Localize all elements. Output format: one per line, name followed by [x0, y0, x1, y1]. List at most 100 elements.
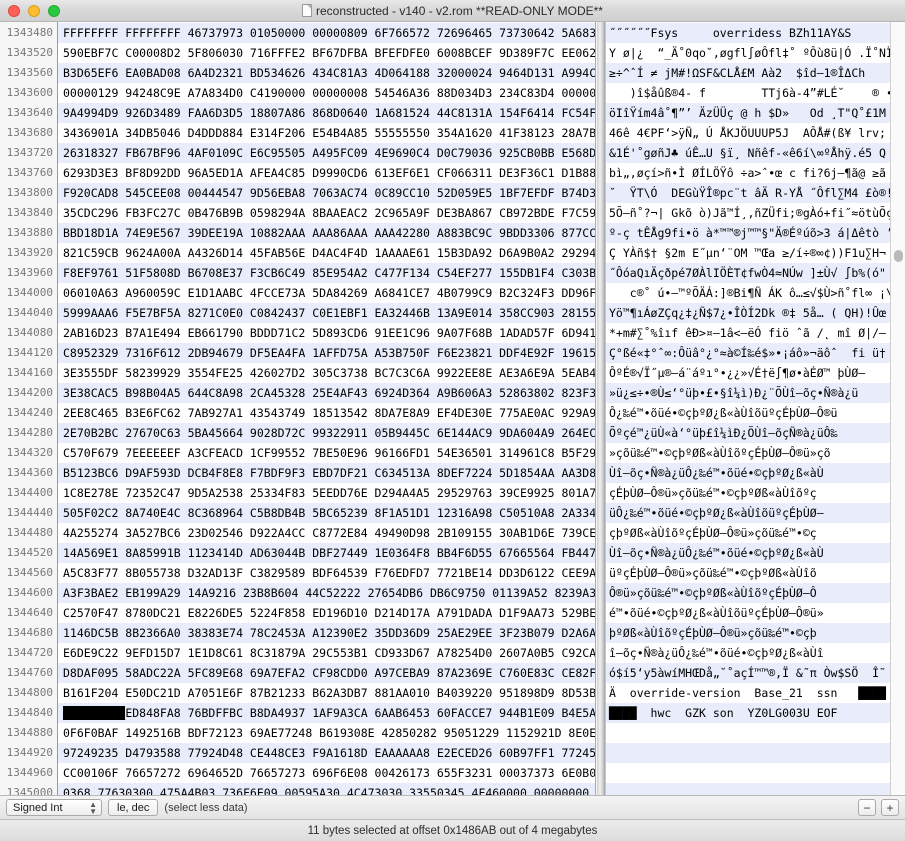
ascii-row[interactable]: Ô®ü»çõü‰é™•©çþºØß«àÙîõºçÉþÙØ–Ô [606, 583, 890, 603]
divider-thumb[interactable] [597, 22, 603, 795]
hex-row[interactable]: 06010A63 A960059C E1D1AABC 4FCCE73A 5DA8… [58, 283, 595, 303]
ascii-row[interactable]: º-ç tÊÅg9fi•ö à*™™®j™™§"Ä®Éºúõ>3 á|Δêtò … [606, 223, 890, 243]
ascii-row[interactable]: ˘ ŸT\Ó DEGùŸÎ®pc¨t âÄ R-YÅ ˝Ôfl∑M4 £ò®! [606, 183, 890, 203]
hex-row[interactable]: 3436901A 34DB5046 D4DDD884 E314F206 E54B… [58, 123, 595, 143]
ascii-row[interactable]: ████ hwc GZK son YZ0LG003U EOF [606, 703, 890, 723]
hex-row[interactable]: E6DE9C22 9EFD15D7 1E1D8C61 8C31879A 29C5… [58, 643, 595, 663]
ascii-row[interactable] [606, 783, 890, 795]
hex-row[interactable]: 2AB16D23 B7A1E494 EB661790 BDDD71C2 5D89… [58, 323, 595, 343]
ascii-row[interactable]: ˝˝˝˝˝˝Fsys overridess BZh11AY&S [606, 23, 890, 43]
hex-row[interactable]: B3D65EF6 EA0BAD08 6A4D2321 BD534626 434C… [58, 63, 595, 83]
ascii-row[interactable]: çþºØß«àÙîõºçÉþÙØ–Ô®ü»çõü‰é™•©ç [606, 523, 890, 543]
ascii-row[interactable]: 46ê 4€PF‘>ÿÑ„ Ú ÅKJÖUUUP5J AÔÅ#(ß¥ lrv; [606, 123, 890, 143]
hex-row[interactable]: 4A255274 3A527BC6 23D02546 D922A4CC C877… [58, 523, 595, 543]
hex-row[interactable]: _________ED848FA8 76BDFFBC B8DA4937 1AF9… [58, 703, 595, 723]
data-type-popup[interactable]: Signed Int ▲ ▼ [6, 799, 102, 816]
ascii-row[interactable]: Ô¿‰é™•õüé•©çþºØ¿ß«àÙîõüºçÉþÙØ–Ô®ü [606, 403, 890, 423]
add-inspector-button[interactable]: + [881, 799, 899, 816]
hex-row[interactable]: D8DAF095 58ADC22A 5FC89E68 69A7EFA2 CF98… [58, 663, 595, 683]
ascii-row[interactable]: ÔºÉ®√Ï˝µ®–á¨áºı°•¿¿»√É†ë∫¶ø•àÉØ™ þÙØ– [606, 363, 890, 383]
ascii-row[interactable]: Ä override-version Base_21 ssn ████ [606, 683, 890, 703]
ascii-row[interactable]: Ç°ßé«‡°ˆ∞:Ôüâ°¿°≈à©Í‰é$»•¡áô»¬äôˆ fi ü† [606, 343, 890, 363]
hex-row[interactable]: A5C83F77 8B055738 D32AD13F C3829589 BDF6… [58, 563, 595, 583]
hex-bytes-panel[interactable]: FFFFFFFF FFFFFFFF 46737973 01050000 0000… [58, 22, 595, 795]
minimize-button[interactable] [28, 4, 40, 17]
hex-row[interactable]: 0368 77630300 475A4B03 736F6E09 00595A30… [58, 783, 595, 795]
ascii-row[interactable]: Õºçé™¿üÙ«à‘°üþ£î¼ìÐ¿ÕÙî–õçÑ®à¿üÔ‰ [606, 423, 890, 443]
hex-row[interactable]: 2EE8C465 B3E6FC62 7AB927A1 43543749 1851… [58, 403, 595, 423]
ascii-row[interactable]: bì„,øçí>ñ•Ì ØÍLÖŸô ÷a>ˆ•œ c fi?6j–¶ã@ ≥ã [606, 163, 890, 183]
panel-divider[interactable] [595, 22, 605, 795]
zoom-button[interactable] [48, 4, 60, 17]
hex-row[interactable]: 6293D3E3 BF8D92DD 96A5ED1A AFEA4C85 D999… [58, 163, 595, 183]
ascii-row[interactable]: üÔ¿‰é™•õüé•©çþºØ¿ß«àÙîõüºçÉþÙØ– [606, 503, 890, 523]
ascii-row[interactable]: Ç YÀñ$† §2m E˝µn‘¨OM ™Œa ≥/í÷®∞¢))F1u∑H¬ [606, 243, 890, 263]
hex-row[interactable]: A3F3BAE2 EB199A29 14A9216 23B8B604 44C52… [58, 583, 595, 603]
ascii-row[interactable]: c®˚ ú•–™ºÕÄÁ:]®Bi¶Ñ ÁK ô…≤√$Ù>ñ˚fl∞ ¡\ [606, 283, 890, 303]
hex-row[interactable]: 2E70B2BC 27670C63 5BA45664 9028D72C 9932… [58, 423, 595, 443]
ascii-row[interactable]: çÉþÙØ–Ô®ü»çõü‰é™•©çþºØß«àÙîõºç [606, 483, 890, 503]
hex-row[interactable]: CC00106F 76657272 6964652D 76657273 696F… [58, 763, 595, 783]
hex-row[interactable]: 1146DC5B 8B2366A0 38383E74 78C2453A A123… [58, 623, 595, 643]
hex-row[interactable]: 00000129 94248C9E A7A834D0 C4190000 0000… [58, 83, 595, 103]
ascii-row[interactable] [606, 763, 890, 783]
hex-row[interactable]: 0F6F0BAF 1492516B BDF72123 69AE77248 B61… [58, 723, 595, 743]
hex-row[interactable]: 14A569E1 8A85991B 1123414D AD63044B DBF2… [58, 543, 595, 563]
ascii-row[interactable]: &1É'˚gøñJ♣ úÊ…U §ï¸ Nñêf-«ê6í\∞ºÅhÿ.é5 Q [606, 143, 890, 163]
hex-row[interactable]: F8EF9761 51F5808D B6708E37 F3CB6C49 85E9… [58, 263, 595, 283]
hex-row[interactable]: C8952329 7316F612 2DB94679 DF5EA4FA 1AFF… [58, 343, 595, 363]
ascii-row[interactable]: öIîŸím4â˚¶”’ ÄzÜÜç @ h $D» Od ¸T"Q˚£1M [606, 103, 890, 123]
hex-row[interactable]: C2570F47 8780DC21 E8226DE5 5224F858 ED19… [58, 603, 595, 623]
ascii-row[interactable]: Y ø|¿ “_Ä˚0qo˘,øgfl∫øÔfl‡˚ ºÔù8ü|Ó .Ï˚NÏ… [606, 43, 890, 63]
hex-row[interactable]: 505F02C2 8A740E4C 8C368964 C5B8DB4B 5BC6… [58, 503, 595, 523]
hex-row[interactable]: 1C8E278E 72352C47 9D5A2538 25334F83 5EED… [58, 483, 595, 503]
hex-row[interactable]: 3E38CAC5 B98B04A5 644C8A98 2CA45328 25E4… [58, 383, 595, 403]
offset-label: 1343720 [6, 146, 53, 159]
hex-row[interactable]: BBD18D1A 74E9E567 39DEE19A 10882AAA AAA8… [58, 223, 595, 243]
ascii-row[interactable] [606, 723, 890, 743]
ascii-row[interactable]: üºçÉþÙØ–Ô®ü»çõü‰é™•©çþºØß«àÙîõ [606, 563, 890, 583]
ascii-row[interactable]: î–õç•Ñ®à¿üÔ¿‰é™•õüé•©çþºØ¿ß«àÙî [606, 643, 890, 663]
hex-bytes: ED848FA8 76BDFFBC B8DA4937 1AF9A3CA 6AAB… [125, 706, 595, 720]
ascii-row[interactable]: *+m#∑˚%îıf êÐ>¤–1â<–ëÓ fiö ˆã /˛ mî Ø|/– [606, 323, 890, 343]
ascii-row[interactable]: Ùî–õç•Ñ®à¿üÔ¿‰é™•õüé•©çþºØ¿ß«àÙ [606, 543, 890, 563]
ascii-row[interactable]: ˝ÔóaQıÄçðpé7ØÀlIÖÈT¢fwÒ4≈NÚw ]±Ù√ ∫b%(ó" [606, 263, 890, 283]
ascii-row[interactable]: )î$åûß®4- f TTj6à-4”#LÉ˘ ® •H [606, 83, 890, 103]
hex-row[interactable]: B161F204 E50DC21D A7051E6F 87B21233 B62A… [58, 683, 595, 703]
hex-row[interactable]: 590EBF7C C00008D2 5F806030 716FFFE2 BF67… [58, 43, 595, 63]
offset-label: 1344040 [6, 306, 53, 319]
hex-row[interactable]: B5123BC6 D9AF593D DCB4F8E8 F7BDF9F3 EBD7… [58, 463, 595, 483]
endianness-button[interactable]: le, dec [108, 799, 159, 816]
hex-row[interactable]: 97249235 D4793588 77924D48 CE448CE3 F9A1… [58, 743, 595, 763]
ascii-row[interactable]: é™•õüé•©çþºØ¿ß«àÙîõüºçÉþÙØ–Ô®ü» [606, 603, 890, 623]
hex-row[interactable]: 9A4994D9 926D3489 FAA6D3D5 18807A86 868D… [58, 103, 595, 123]
close-button[interactable] [8, 4, 20, 17]
ascii-row[interactable]: Yö™¶ıÁøZÇq¿‡¿Ñ$7¿•ÎÒÍ2Dk ®‡ 5å… ( QH)!Ûœ [606, 303, 890, 323]
offset-label: 1344280 [6, 426, 53, 439]
offset-label: 1343800 [6, 186, 53, 199]
hex-row[interactable]: FFFFFFFF FFFFFFFF 46737973 01050000 0000… [58, 23, 595, 43]
ascii-row[interactable]: þºØß«àÙîõºçÉþÙØ–Ô®ü»çõü‰é™•©çþ [606, 623, 890, 643]
vertical-scrollbar[interactable] [890, 22, 905, 795]
ascii-row[interactable]: »çõü‰é™•©çþºØß«àÙîõºçÉþÙØ–Ô®ü»çõ [606, 443, 890, 463]
ascii-row[interactable]: ó$í5‘y5àwíMHŒDå„˘˚açÍ™™®,Ï &˜π Òw$SÖ Î˜ [606, 663, 890, 683]
hex-row[interactable]: C570F679 7EEEEEEF A3CFEACD 1CF99552 7BE5… [58, 443, 595, 463]
hex-row[interactable]: 26318327 FB67BF96 4AF0109C E6C95505 A495… [58, 143, 595, 163]
offset-label: 1344720 [6, 646, 53, 659]
offset-label: 1344360 [6, 466, 53, 479]
remove-inspector-button[interactable]: − [858, 799, 876, 816]
hex-row[interactable]: F920CAD8 545CEE08 00444547 9D56EBA8 7063… [58, 183, 595, 203]
ascii-row[interactable]: 5Õ–ñ˚?¬| Gkõ ò)Jã™Í¸,ñZÜfi;®gÀó+fi˝≈ötùÕ… [606, 203, 890, 223]
scrollbar-thumb[interactable] [894, 250, 903, 262]
ascii-row[interactable]: »ü¿≤÷•®Ù≤‘°üþ•£•§î¼ì)Ð¿¨ÕÙî–õç•Ñ®à¿ü [606, 383, 890, 403]
hex-row[interactable]: 3E3555DF 58239929 3554FE25 426027D2 305C… [58, 363, 595, 383]
ascii-row[interactable] [606, 743, 890, 763]
selection-highlight[interactable]: _________ [63, 706, 126, 720]
ascii-row[interactable]: Ùî–õç•Ñ®à¿üÔ¿‰é™•õüé•©çþºØ¿ß«àÙ [606, 463, 890, 483]
ascii-text-panel[interactable]: ˝˝˝˝˝˝Fsys overridess BZh11AY&S Y ø|¿ “_Ä… [605, 22, 890, 795]
hex-row[interactable]: 821C59CB 9624A00A A4326D14 45FAB56E D4AC… [58, 243, 595, 263]
offset-label: 1344760 [6, 666, 53, 679]
hex-row[interactable]: 5999AAA6 F5E7BF5A 8271C0E0 C0842437 C0E1… [58, 303, 595, 323]
ascii-row[interactable]: ≥÷^ˆÍ ≠ jM#!ΩSF&CLÅ£M Aà2 $îd–1®ÎΔCh [606, 63, 890, 83]
hex-row[interactable]: 35CDC296 FB3FC27C 0B476B9B 0598294A 8BAA… [58, 203, 595, 223]
